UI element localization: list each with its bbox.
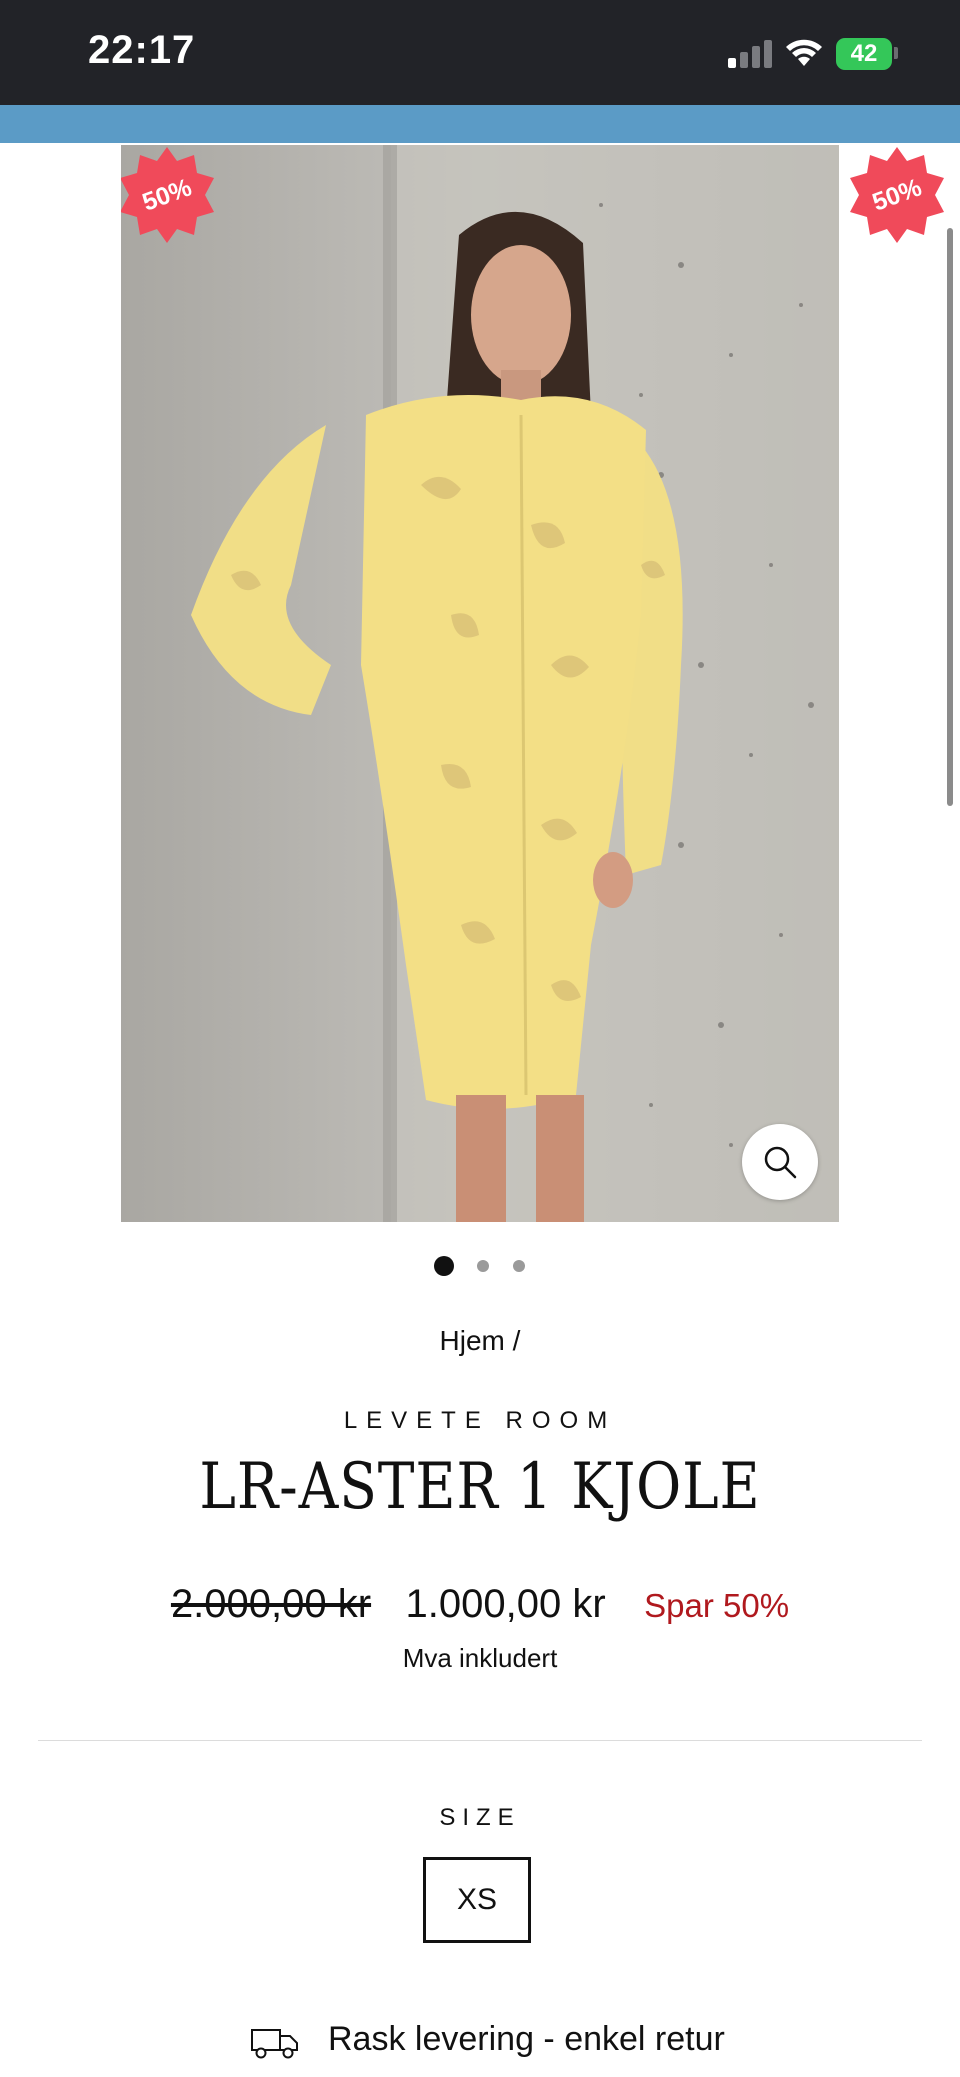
top-banner[interactable] xyxy=(0,105,960,143)
status-bar: 22:17 42 xyxy=(0,0,960,105)
carousel-dot-3[interactable] xyxy=(513,1260,525,1272)
delivery-text: Rask levering - enkel retur xyxy=(328,2020,725,2058)
discount-badge-left: 50% xyxy=(121,145,217,245)
size-option-xs[interactable]: XS xyxy=(423,1857,531,1943)
vat-note: Mva inkludert xyxy=(402,1643,558,1673)
battery-cap xyxy=(894,47,898,59)
discount-badge-right: 50% xyxy=(847,145,947,245)
battery-charging-icon: 42 xyxy=(836,38,892,70)
carousel-dot-2[interactable] xyxy=(477,1260,489,1272)
product-brand[interactable]: LEVETE ROOM xyxy=(0,1407,960,1435)
zoom-icon xyxy=(764,1146,797,1179)
divider xyxy=(38,1740,922,1741)
product-photo xyxy=(121,145,839,1222)
next-image-peek[interactable]: 50% xyxy=(839,145,960,1222)
original-price: 2.000,00 kr xyxy=(170,1582,372,1626)
carousel-dot-1[interactable] xyxy=(434,1256,454,1276)
truck-icon xyxy=(251,2029,298,2059)
battery-level: 42 xyxy=(850,40,878,67)
price-row: 2.000,00 kr 1.000,00 kr Spar 50% xyxy=(0,1582,960,1627)
product-image[interactable]: 50% xyxy=(121,145,839,1222)
zoom-button[interactable] xyxy=(742,1124,818,1200)
wifi-icon xyxy=(786,39,822,66)
breadcrumb[interactable]: Hjem / xyxy=(0,1325,960,1357)
sale-price: 1.000,00 kr xyxy=(405,1582,606,1626)
cellular-signal-icon xyxy=(728,40,772,68)
product-title: LR-ASTER 1 KJOLE xyxy=(199,1450,761,1524)
status-time: 22:17 xyxy=(88,28,196,72)
savings-label: Spar 50% xyxy=(644,1587,790,1624)
size-label: SIZE xyxy=(439,1804,521,1831)
scrollbar[interactable] xyxy=(947,228,953,806)
